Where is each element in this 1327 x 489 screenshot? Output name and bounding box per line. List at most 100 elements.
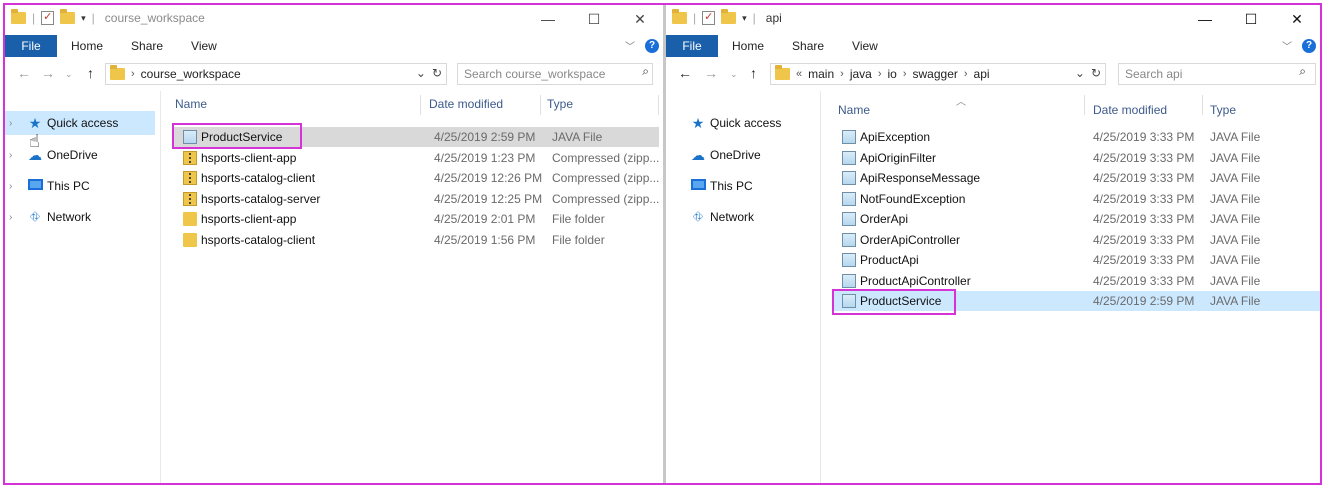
file-row[interactable]: ProductApi 4/25/2019 3:33 PM JAVA File [832,250,1320,270]
minimize-button[interactable]: — [1182,5,1228,33]
file-row[interactable]: ApiResponseMessage 4/25/2019 3:33 PM JAVA … [832,168,1320,188]
back-arrow-icon[interactable]: ← [17,65,31,81]
file-row[interactable]: hsports-client-app 4/25/2019 1:23 PM Compr… [173,148,659,168]
pane-divider[interactable] [160,91,161,483]
breadcrumb-item[interactable]: main [808,67,834,81]
forward-arrow-icon[interactable]: → [704,65,718,81]
expand-chevron-icon[interactable]: › [9,118,21,129]
help-icon[interactable]: ? [1302,38,1316,53]
forward-arrow-icon[interactable]: → [41,65,55,81]
breadcrumb-item[interactable]: io [888,67,897,81]
nav-item-onedrive[interactable]: › ☁ OneDrive [5,143,98,167]
column-divider[interactable] [1084,95,1085,115]
nav-item-onedrive[interactable]: ☁ OneDrive [666,143,761,167]
expand-chevron-icon[interactable]: › [9,212,21,223]
customize-toolbar-icon[interactable]: ▾ [81,13,86,24]
column-header-type[interactable]: Type [547,91,573,117]
column-divider[interactable] [1202,95,1203,115]
breadcrumb-chevron-icon: › [963,68,968,80]
file-name: ProductApi [860,253,919,267]
file-type: JAVA File [552,130,603,144]
file-row[interactable]: hsports-catalog-server 4/25/2019 12:25 PM… [173,189,659,209]
up-arrow-icon[interactable]: ↑ [87,65,94,81]
new-folder-icon[interactable] [721,9,737,24]
file-row[interactable]: NotFoundException 4/25/2019 3:33 PM JAVA F… [832,189,1320,209]
address-bar[interactable]: « main › java › io › swagger › api ⌄ ↻ [770,63,1106,85]
refresh-icon[interactable]: ↻ [432,66,442,80]
expand-ribbon-icon[interactable]: ﹀ [1282,38,1292,53]
file-row[interactable]: ApiException 4/25/2019 3:33 PM JAVA File [832,127,1320,147]
pane-divider[interactable] [820,91,821,483]
search-input[interactable]: Search api [1118,63,1316,85]
address-dropdown-icon[interactable]: ⌄ [416,66,426,80]
close-button[interactable]: ✕ [617,5,663,33]
customize-toolbar-icon[interactable]: ▾ [742,13,747,24]
properties-icon[interactable] [702,10,716,25]
nav-item-this-pc[interactable]: › This PC [5,174,90,198]
nav-item-network[interactable]: › ⛗ Network [5,205,91,229]
column-divider[interactable] [540,95,541,115]
tab-share[interactable]: Share [117,35,177,57]
tab-home[interactable]: Home [57,35,117,57]
file-type: File folder [552,212,605,227]
file-name: OrderApiController [860,232,961,247]
new-folder-icon[interactable] [60,9,76,24]
column-header-name[interactable]: Name [838,97,870,123]
properties-icon[interactable] [41,10,55,25]
column-divider[interactable] [420,95,421,115]
recent-locations-icon[interactable]: ⌄ [730,69,738,80]
file-name: hsports-catalog-client [201,233,316,247]
file-list: ︿ Name Date modified Type ApiException 4/… [824,91,1320,483]
file-date-modified: 4/25/2019 12:25 PM [434,191,543,206]
column-header-date[interactable]: Date modified [429,91,503,117]
recent-locations-icon[interactable]: ⌄ [65,69,73,80]
file-type: Compressed (zipp... [552,150,660,165]
nav-item-quick-access[interactable]: › ★ Quick access [5,111,155,135]
maximize-button[interactable]: ☐ [571,5,617,33]
file-row[interactable]: OrderApi 4/25/2019 3:33 PM JAVA File [832,209,1320,229]
hand-cursor-icon: ☝ [29,131,40,151]
refresh-icon[interactable]: ↻ [1091,66,1101,80]
star-icon: ★ [28,114,42,131]
tab-file[interactable]: File [666,35,718,57]
back-arrow-icon[interactable]: ← [678,65,692,81]
column-header-name[interactable]: Name [175,91,207,117]
breadcrumb-item[interactable]: course_workspace [141,67,241,81]
tab-view[interactable]: View [177,35,231,57]
breadcrumb-item[interactable]: java [850,67,872,81]
file-row[interactable]: ProductApiController 4/25/2019 3:33 PM JAV… [832,271,1320,291]
java-file-icon [842,273,856,288]
help-icon[interactable]: ? [645,38,659,53]
breadcrumb-item[interactable]: api [974,67,990,81]
search-icon[interactable]: ⌕ [642,64,649,79]
file-row[interactable]: OrderApiController 4/25/2019 3:33 PM JAVA … [832,230,1320,250]
file-row[interactable]: hsports-catalog-client 4/25/2019 1:56 PM F… [173,230,659,250]
search-input[interactable]: Search course_workspace [457,63,653,85]
up-arrow-icon[interactable]: ↑ [750,65,757,81]
maximize-button[interactable]: ☐ [1228,5,1274,33]
expand-chevron-icon[interactable]: › [9,150,21,161]
search-icon[interactable]: ⌕ [1299,64,1306,79]
nav-item-this-pc[interactable]: This PC [666,174,753,198]
address-bar[interactable]: › course_workspace ⌄ ↻ [105,63,447,85]
column-header-date[interactable]: Date modified [1093,97,1167,123]
tab-view[interactable]: View [838,35,892,57]
file-row[interactable]: hsports-catalog-client 4/25/2019 12:26 PM… [173,168,659,188]
expand-ribbon-icon[interactable]: ﹀ [625,38,635,53]
tab-home[interactable]: Home [718,35,778,57]
nav-item-network[interactable]: ⛗ Network [666,205,754,229]
breadcrumb-item[interactable]: swagger [913,67,958,81]
file-type: JAVA File [1210,191,1261,206]
expand-chevron-icon[interactable]: › [9,181,21,192]
column-divider[interactable] [658,95,659,115]
file-row[interactable]: hsports-client-app 4/25/2019 2:01 PM File … [173,209,659,229]
file-row[interactable]: ApiOriginFilter 4/25/2019 3:33 PM JAVA Fil… [832,148,1320,168]
breadcrumb-overflow[interactable]: « [796,68,802,80]
tab-share[interactable]: Share [778,35,838,57]
minimize-button[interactable]: — [525,5,571,33]
column-header-type[interactable]: Type [1210,97,1236,123]
nav-item-quick-access[interactable]: ★ Quick access [666,111,782,135]
address-dropdown-icon[interactable]: ⌄ [1075,66,1085,80]
close-button[interactable]: ✕ [1274,5,1320,33]
tab-file[interactable]: File [5,35,57,57]
